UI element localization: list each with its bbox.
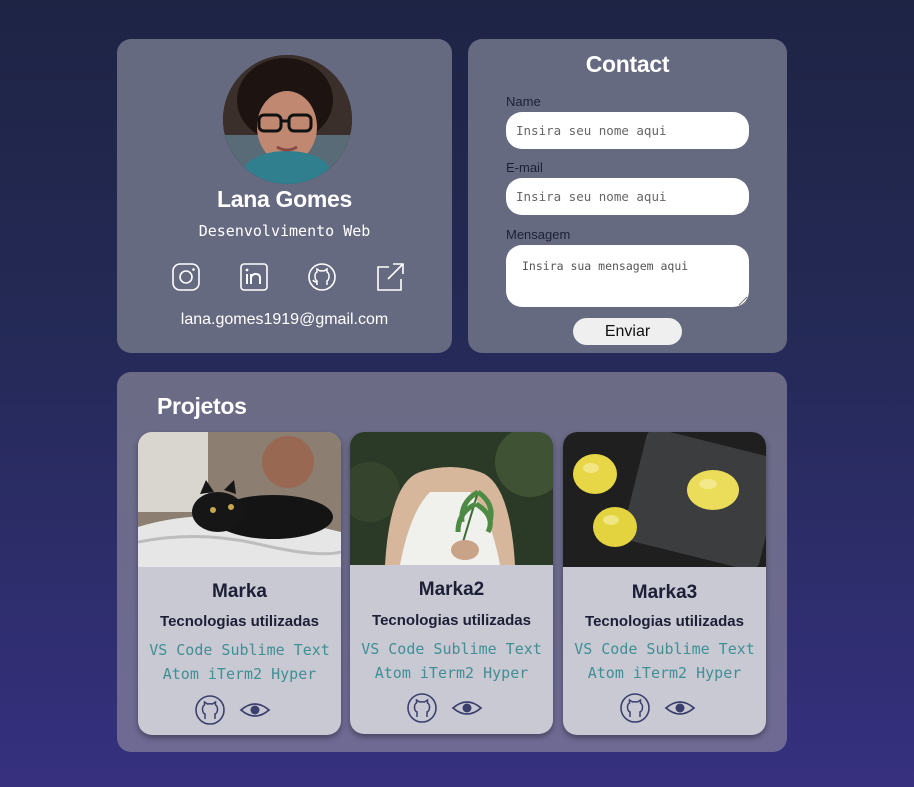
lemons-on-slate-photo	[563, 432, 766, 567]
github-icon[interactable]	[194, 694, 226, 726]
github-icon[interactable]	[406, 692, 438, 724]
instagram-icon[interactable]	[171, 262, 201, 292]
eye-icon[interactable]	[451, 692, 483, 724]
send-button[interactable]: Enviar	[573, 318, 682, 345]
project-tech-label: Tecnologias utilizadas	[160, 613, 319, 630]
eye-icon[interactable]	[239, 694, 271, 726]
email-label: E-mail	[506, 160, 543, 175]
email-input[interactable]	[506, 178, 749, 215]
github-icon[interactable]	[307, 262, 337, 292]
github-icon[interactable]	[619, 692, 651, 724]
project-tech-label: Tecnologias utilizadas	[585, 613, 744, 630]
project-stack: VS Code Sublime Text Atom iTerm2 Hyper	[149, 641, 330, 683]
project-stack: VS Code Sublime Text Atom iTerm2 Hyper	[361, 640, 542, 682]
project-name: Marka2	[418, 579, 485, 600]
avatar	[223, 55, 352, 184]
profile-role: Desenvolvimento Web	[198, 222, 371, 240]
contact-title: Contact	[585, 51, 670, 77]
message-textarea[interactable]	[506, 245, 749, 307]
contact-card: Contact Name E-mail Mensagem Enviar	[468, 39, 787, 353]
name-label: Name	[506, 94, 541, 109]
project-tech-label: Tecnologias utilizadas	[372, 612, 531, 629]
project-name: Marka3	[631, 582, 698, 603]
message-label: Mensagem	[506, 227, 571, 242]
project-card: Marka Tecnologias utilizadas VS Code Sub…	[138, 432, 341, 735]
eye-icon[interactable]	[664, 692, 696, 724]
linkedin-icon[interactable]	[239, 262, 269, 292]
project-card: Marka3 Tecnologias utilizadas VS Code Su…	[563, 432, 766, 735]
profile-card: Lana Gomes Desenvolvimento Web lana.gome…	[117, 39, 452, 353]
projects-title: Projetos	[157, 393, 247, 419]
profile-name: Lana Gomes	[216, 186, 353, 212]
resize-grip-icon[interactable]	[736, 294, 748, 306]
external-link-icon[interactable]	[375, 262, 405, 292]
project-stack: VS Code Sublime Text Atom iTerm2 Hyper	[574, 640, 755, 682]
project-name: Marka	[212, 581, 267, 602]
avatar-photo	[223, 55, 352, 184]
woman-holding-leaf-photo	[350, 432, 553, 565]
name-input[interactable]	[506, 112, 749, 149]
black-cat-photo	[138, 432, 341, 567]
profile-email[interactable]: lana.gomes1919@gmail.com	[117, 311, 452, 329]
project-card: Marka2 Tecnologias utilizadas VS Code Su…	[350, 432, 553, 734]
projects-section: Projetos Marka Tecnologias utilizadas VS…	[117, 372, 787, 752]
